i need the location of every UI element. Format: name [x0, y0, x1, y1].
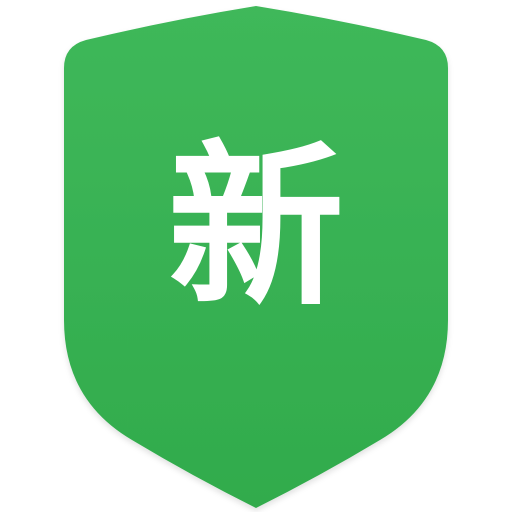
app-icon: 新: [0, 0, 512, 512]
badge-character: 新: [167, 125, 344, 330]
